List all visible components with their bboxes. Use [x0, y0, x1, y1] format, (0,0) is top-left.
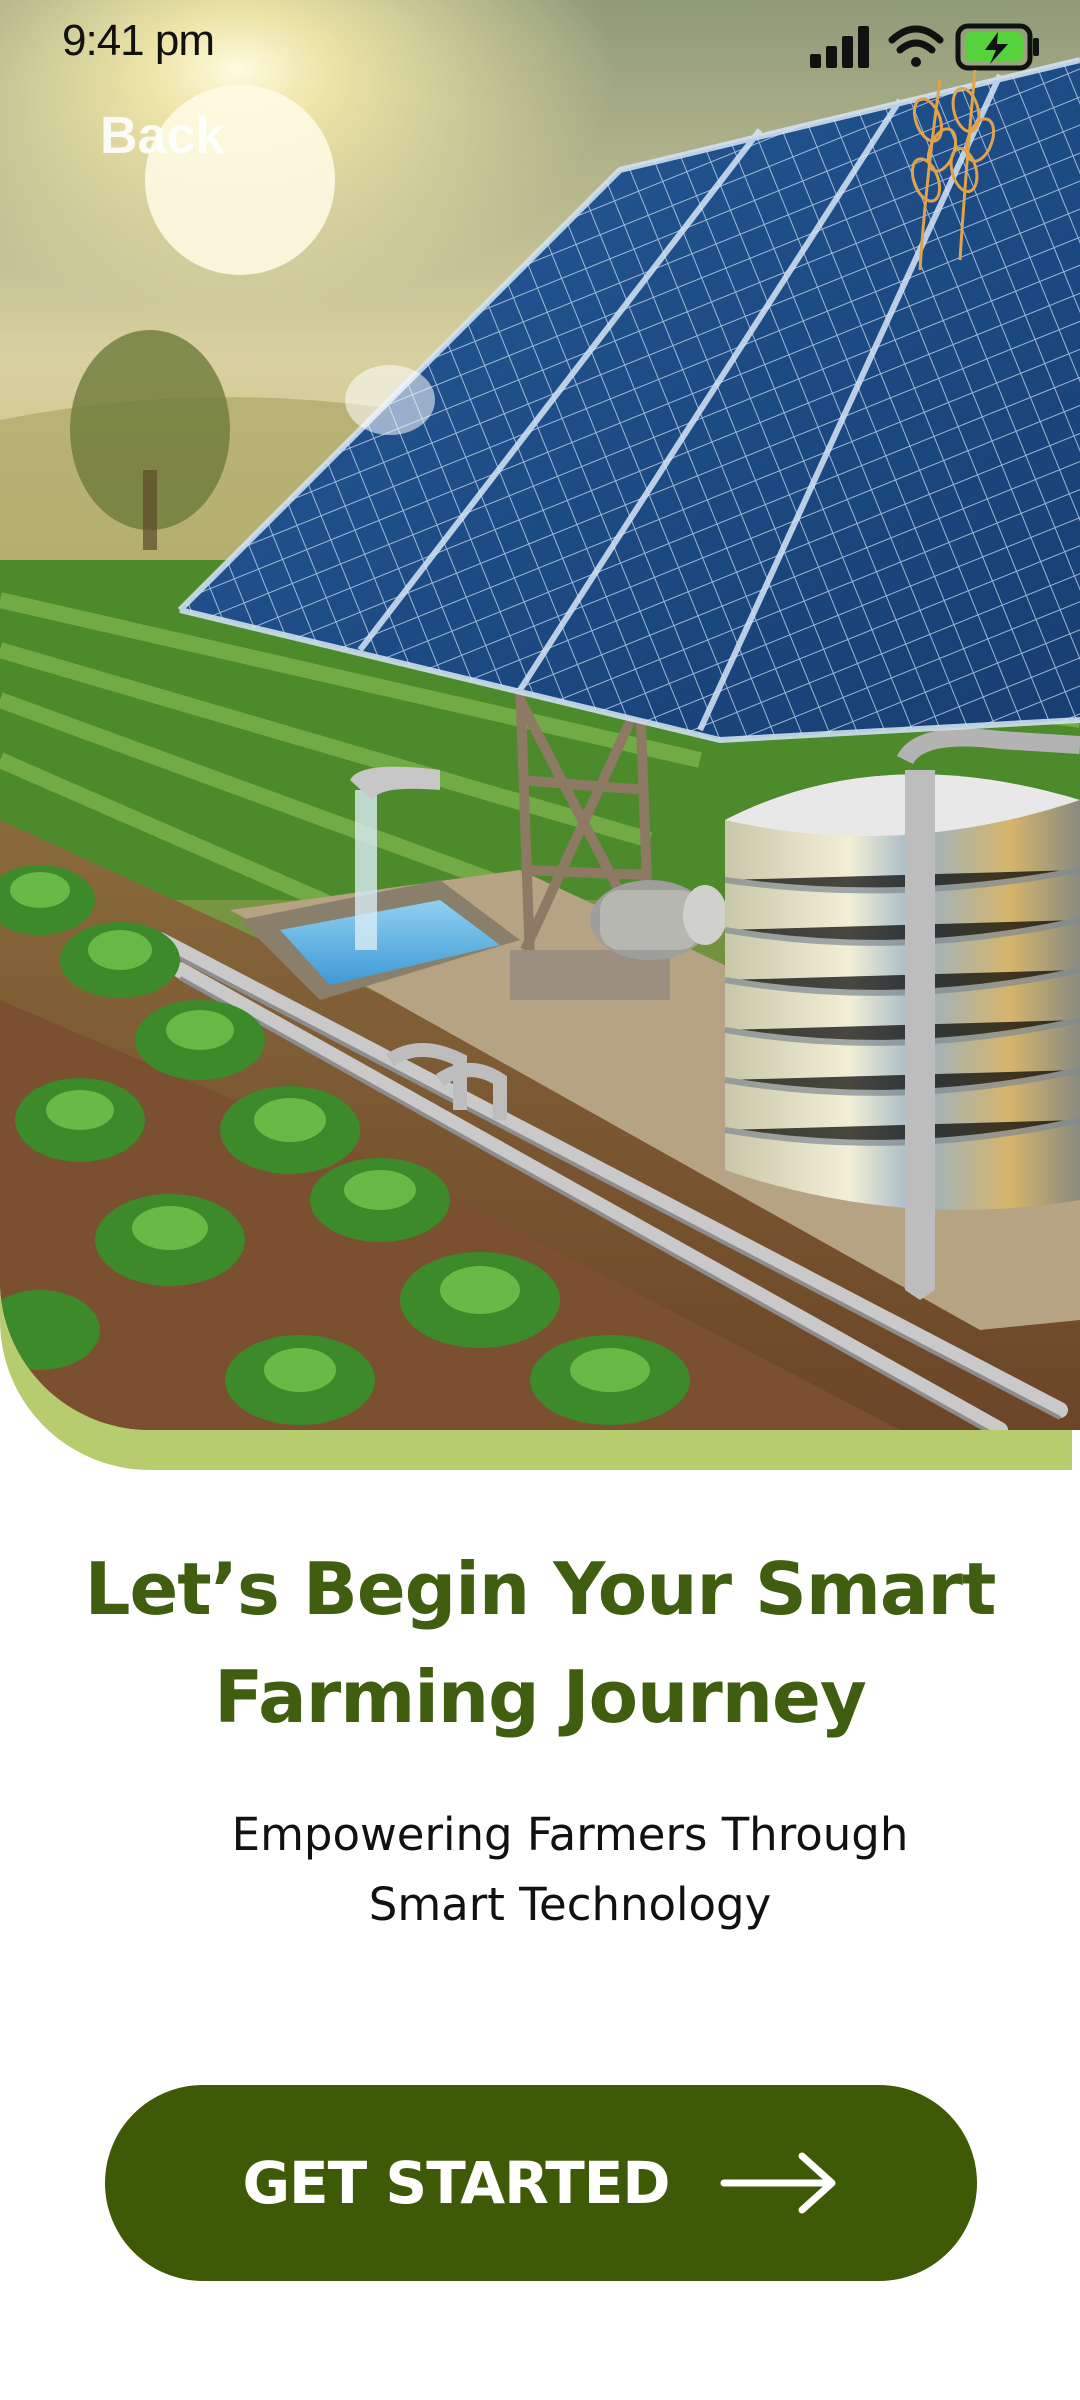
arrow-right-icon [720, 2152, 836, 2214]
get-started-button[interactable]: GET STARTED [105, 2085, 977, 2281]
get-started-label: GET STARTED [242, 2149, 670, 2217]
onboarding-screen: 9:41 pm Back Let’s Begin Your Smart Farm… [0, 0, 1080, 2400]
page-title: Let’s Begin Your Smart Farming Journey [84, 1547, 997, 1739]
page-subtitle: Empowering Farmers Through Smart Technol… [231, 1808, 909, 1931]
wheat-logo-icon [910, 69, 996, 271]
status-time: 9:41 pm [62, 16, 215, 65]
back-link[interactable]: Back [100, 106, 224, 166]
signal-icon [810, 26, 869, 68]
